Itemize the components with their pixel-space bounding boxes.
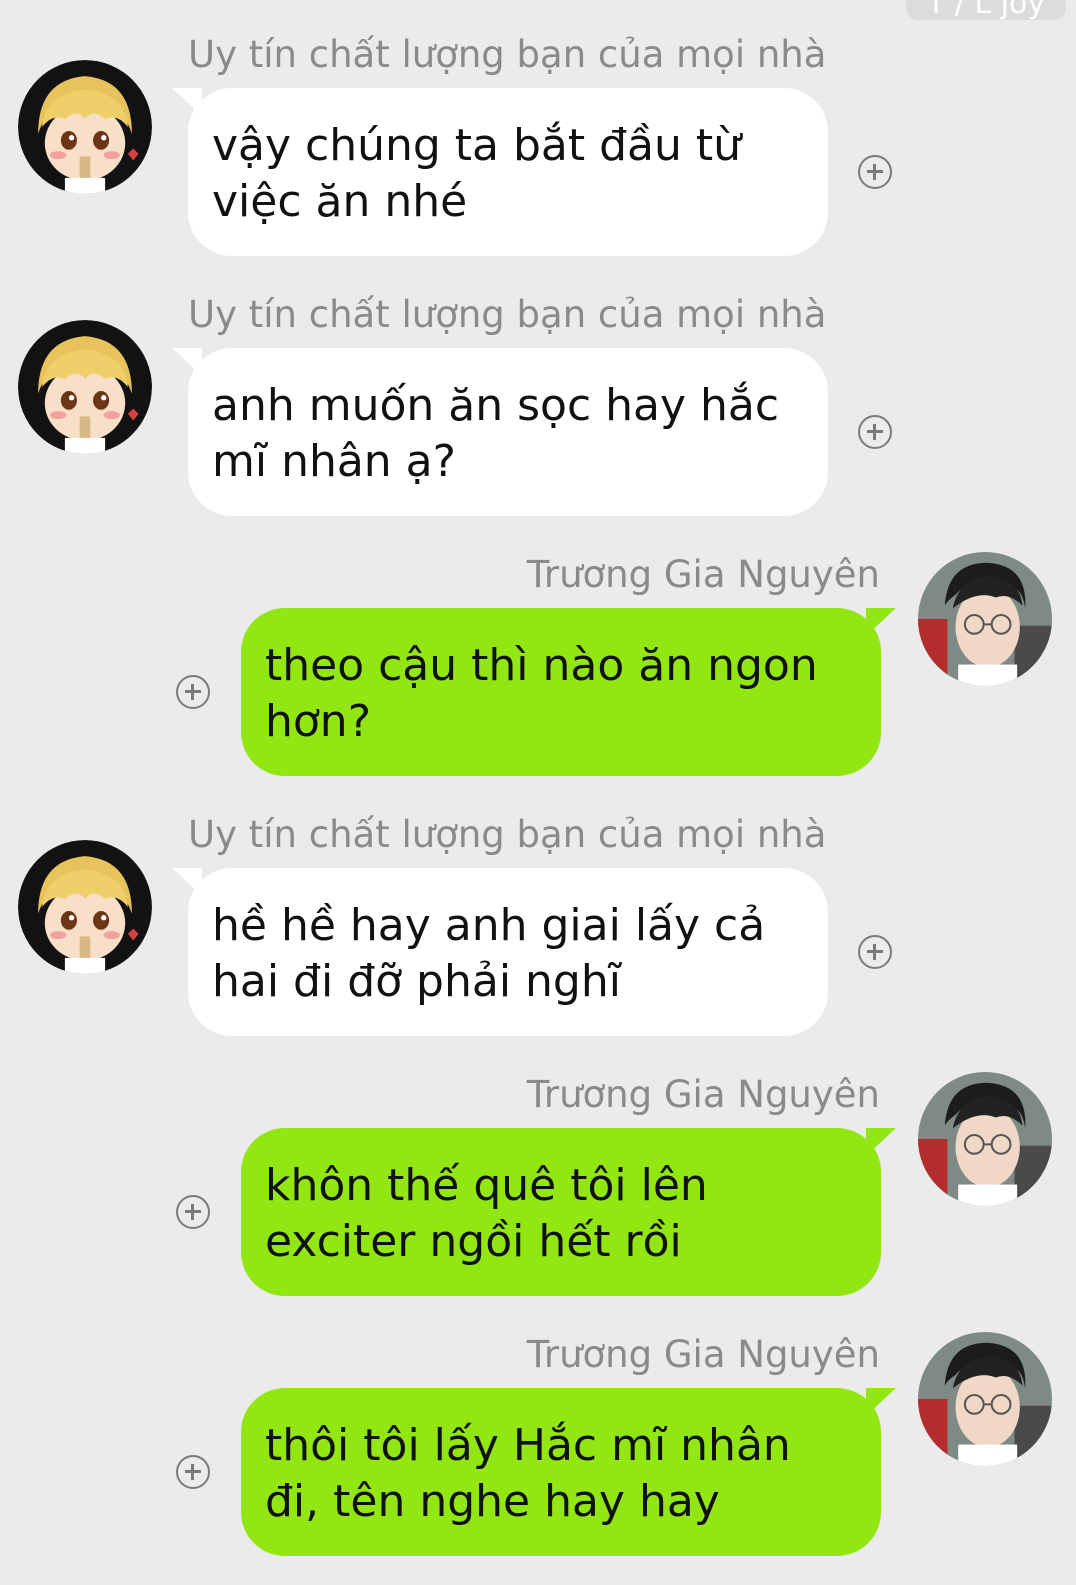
chat-message: Trương Gia Nguyên khôn thế quê tôi lên e…	[0, 1072, 1076, 1302]
message-bubble[interactable]: vậy chúng ta bắt đầu từ việc ăn nhé	[188, 88, 828, 256]
message-bubble[interactable]: hề hề hay anh giai lấy cả hai đi đỡ phải…	[188, 868, 828, 1036]
message-bubble[interactable]: khôn thế quê tôi lên exciter ngồi hết rồ…	[241, 1128, 881, 1296]
chat-message: Uy tín chất lượng bạn của mọi nhà anh mu…	[0, 292, 1076, 522]
plus-circle-icon[interactable]	[176, 675, 210, 709]
chat-message: Uy tín chất lượng bạn của mọi nhà hề hề …	[0, 812, 1076, 1042]
chat-message: Trương Gia Nguyên theo cậu thì nào ăn ng…	[0, 552, 1076, 782]
chat-message: Uy tín chất lượng bạn của mọi nhà vậy ch…	[0, 32, 1076, 262]
message-bubble[interactable]: thôi tôi lấy Hắc mĩ nhân đi, tên nghe ha…	[241, 1388, 881, 1556]
cartoon-avatar-icon[interactable]	[18, 840, 152, 974]
message-bubble[interactable]: theo cậu thì nào ăn ngon hơn?	[241, 608, 881, 776]
plus-circle-icon[interactable]	[176, 1195, 210, 1229]
sender-name: Trương Gia Nguyên	[526, 1073, 880, 1116]
sender-name: Uy tín chất lượng bạn của mọi nhà	[188, 293, 827, 336]
photo-avatar-icon[interactable]	[918, 1332, 1052, 1466]
photo-avatar-icon[interactable]	[918, 552, 1052, 686]
plus-circle-icon[interactable]	[858, 155, 892, 189]
cartoon-avatar-icon[interactable]	[18, 320, 152, 454]
sender-name: Trương Gia Nguyên	[526, 1333, 880, 1376]
top-status-chip: T / L joy	[906, 0, 1066, 20]
plus-circle-icon[interactable]	[858, 935, 892, 969]
sender-name: Trương Gia Nguyên	[526, 553, 880, 596]
chat-message: Trương Gia Nguyên thôi tôi lấy Hắc mĩ nh…	[0, 1332, 1076, 1585]
cartoon-avatar-icon[interactable]	[18, 60, 152, 194]
sender-name: Uy tín chất lượng bạn của mọi nhà	[188, 813, 827, 856]
photo-avatar-icon[interactable]	[918, 1072, 1052, 1206]
message-bubble[interactable]: anh muốn ăn sọc hay hắc mĩ nhân ạ?	[188, 348, 828, 516]
plus-circle-icon[interactable]	[176, 1455, 210, 1489]
top-status-chip-text: T / L joy	[926, 0, 1046, 20]
plus-circle-icon[interactable]	[858, 415, 892, 449]
sender-name: Uy tín chất lượng bạn của mọi nhà	[188, 33, 827, 76]
